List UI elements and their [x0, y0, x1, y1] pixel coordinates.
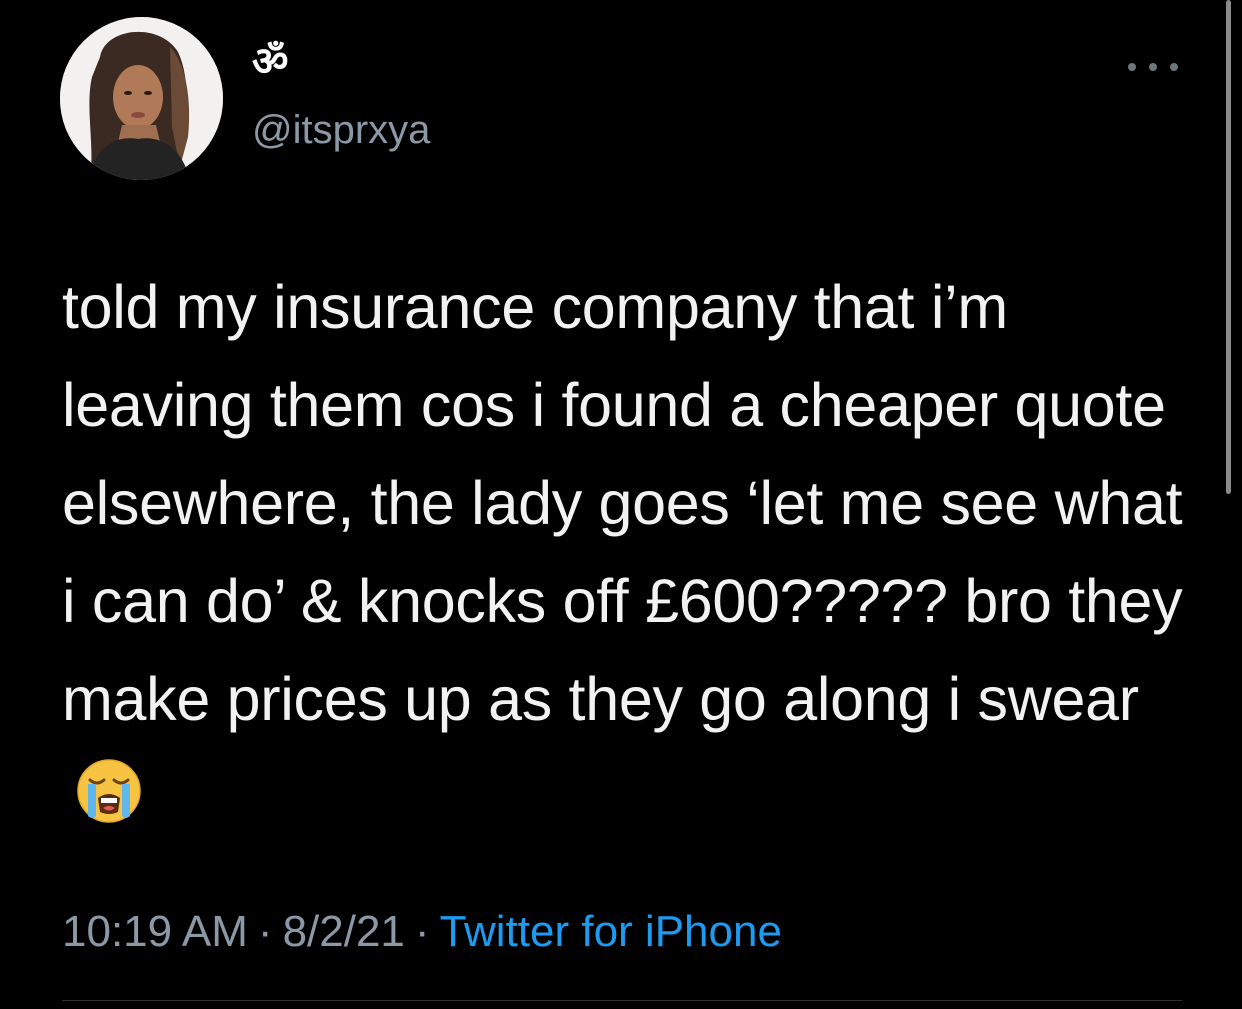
tweet-text-content: told my insurance company that i’m leavi…: [62, 273, 1183, 733]
tweet-meta: 10:19 AM · 8/2/21 · Twitter for iPhone: [62, 906, 782, 958]
more-dot: [1170, 63, 1178, 71]
display-name[interactable]: ॐ: [252, 40, 288, 84]
divider: [62, 1000, 1182, 1001]
meta-separator: ·: [414, 907, 430, 956]
scrollbar[interactable]: [1226, 0, 1231, 494]
more-dot: [1149, 63, 1157, 71]
meta-separator: ·: [257, 907, 273, 956]
avatar[interactable]: [60, 17, 223, 180]
tweet-text: told my insurance company that i’m leavi…: [62, 258, 1202, 846]
tweet: ॐ @itsprxya told my insurance company th…: [0, 0, 1242, 1009]
more-options-icon[interactable]: [1128, 52, 1178, 82]
tweet-source-link[interactable]: Twitter for iPhone: [440, 907, 782, 956]
loudly-crying-face-icon: [77, 759, 141, 823]
avatar-photo: [60, 17, 223, 180]
tweet-time[interactable]: 10:19 AM: [62, 907, 248, 956]
tweet-date[interactable]: 8/2/21: [283, 907, 405, 956]
user-handle[interactable]: @itsprxya: [252, 108, 430, 152]
more-dot: [1128, 63, 1136, 71]
